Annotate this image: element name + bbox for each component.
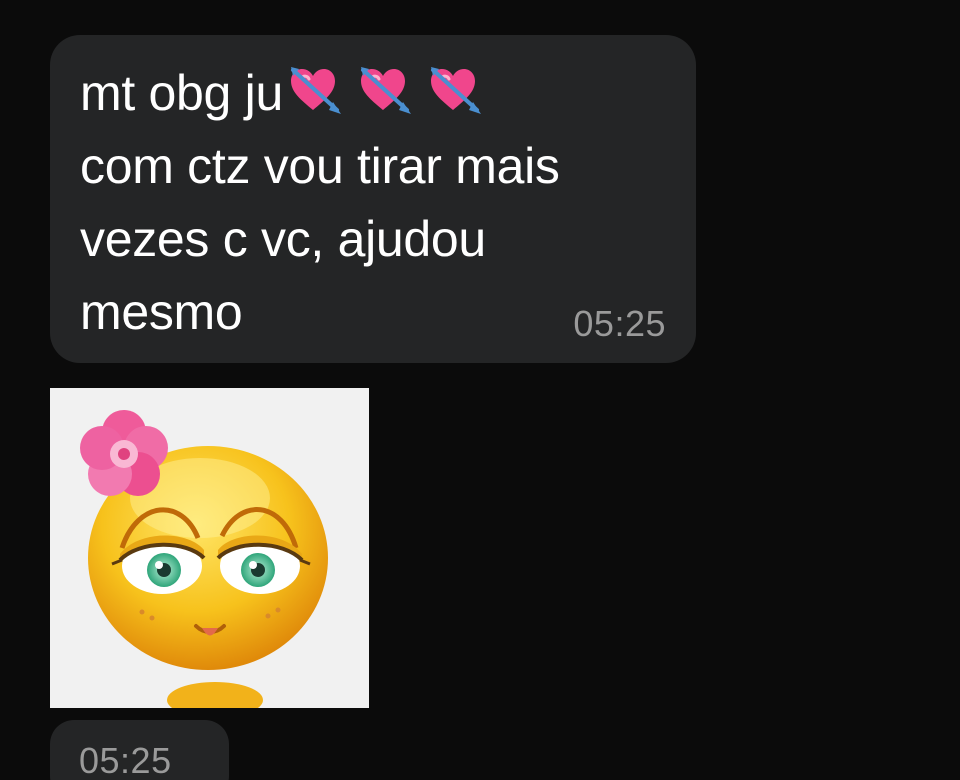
smiling-emoji-with-pink-flower-sticker xyxy=(80,410,328,708)
message-line: vezes c vc, ajudou xyxy=(80,211,486,267)
sticker-image[interactable] xyxy=(50,388,369,708)
message-timestamp: 05:25 xyxy=(573,303,666,344)
sticker-timestamp: 05:25 xyxy=(79,740,172,780)
message-line: mt obg ju xyxy=(80,57,680,130)
sticker-timestamp-pill: 05:25 xyxy=(50,720,229,780)
chat-screen: mt obg ju com ctz vou tirar mais vezes c… xyxy=(0,0,960,780)
heart-with-arrow-icon xyxy=(430,67,481,114)
heart-with-arrow-icon xyxy=(290,67,341,114)
heart-with-arrow-icon xyxy=(360,67,411,114)
emoji-group xyxy=(283,65,483,121)
message-bubble[interactable]: mt obg ju com ctz vou tirar mais vezes c… xyxy=(50,35,696,363)
message-line: com ctz vou tirar mais xyxy=(80,138,560,194)
